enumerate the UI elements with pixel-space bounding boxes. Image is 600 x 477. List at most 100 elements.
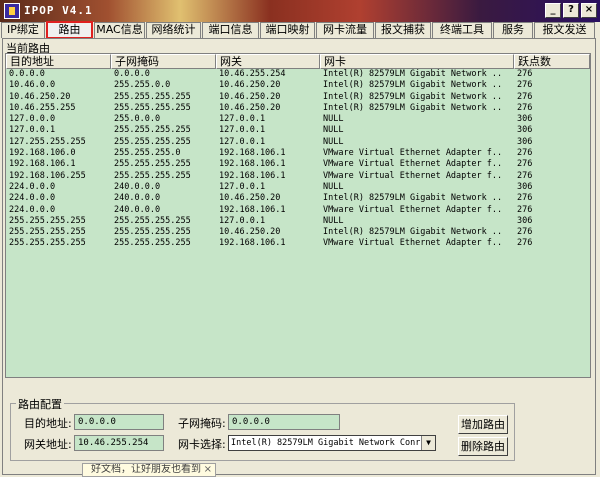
table-cell: 255.255.0.0: [114, 80, 171, 91]
tab-mac-info[interactable]: MAC信息: [94, 22, 145, 38]
tab-packet-capture[interactable]: 报文捕获: [375, 22, 431, 38]
tab-bar: IP绑定 路由 MAC信息 网络统计 端口信息 端口映射 网卡流量 报文捕获 终…: [0, 21, 600, 39]
add-route-button[interactable]: 增加路由: [458, 415, 508, 434]
table-cell: 192.168.106.1: [219, 204, 286, 215]
tab-terminal-tools[interactable]: 终端工具: [432, 22, 492, 38]
table-cell: 240.0.0.0: [114, 204, 161, 215]
table-cell: 0.0.0.0: [114, 69, 150, 79]
table-cell: 224.0.0.0: [9, 181, 56, 192]
table-cell: 306: [517, 215, 533, 226]
table-row[interactable]: 192.168.106.255 255.255.255.255 192.168.10…: [6, 170, 590, 182]
route-table[interactable]: 目的地址 子网掩码 网关 网卡 跃点数 0.0.0.0 0.0.0.0 10.46.…: [5, 53, 591, 378]
table-cell: 192.168.106.1: [9, 159, 76, 170]
chevron-down-icon[interactable]: ▼: [421, 436, 435, 450]
table-cell: 127.255.255.255: [9, 136, 86, 147]
table-row[interactable]: 0.0.0.0 0.0.0.0 10.46.255.254 Intel(R) 8257…: [6, 69, 590, 80]
table-cell: 255.255.255.255: [9, 215, 86, 226]
table-cell: VMware Virtual Ethernet Adapter f..: [323, 159, 503, 170]
table-cell: 276: [517, 238, 533, 249]
nic-select-value: Intel(R) 82579LM Gigabit Network Conr: [231, 438, 421, 448]
column-header-metric[interactable]: 跃点数: [514, 54, 590, 69]
table-cell: Intel(R) 82579LM Gigabit Network ..: [323, 227, 503, 238]
table-cell: 255.255.255.255: [114, 170, 191, 181]
table-cell: 276: [517, 170, 533, 181]
minimize-button[interactable]: _: [545, 3, 561, 18]
table-row[interactable]: 224.0.0.0 240.0.0.0 10.46.250.20 Intel(R) 8…: [6, 193, 590, 204]
table-cell: 127.0.0.0: [9, 114, 56, 125]
table-row[interactable]: 192.168.106.1 255.255.255.255 192.168.106.…: [6, 159, 590, 170]
table-cell: 192.168.106.1: [219, 170, 286, 181]
table-cell: 255.255.255.255: [114, 159, 191, 170]
tab-port-mapping[interactable]: 端口映射: [260, 22, 315, 38]
table-cell: 127.0.0.1: [9, 125, 56, 136]
table-cell: NULL: [323, 125, 344, 136]
mask-input[interactable]: 0.0.0.0: [228, 414, 340, 430]
table-cell: 306: [517, 136, 533, 147]
table-row[interactable]: 10.46.255.255 255.255.255.255 10.46.250.20…: [6, 102, 590, 114]
table-row[interactable]: 127.0.0.0 255.0.0.0 127.0.0.1 NULL 306: [6, 114, 590, 125]
nic-select-label: 网卡选择:: [178, 438, 226, 451]
table-row[interactable]: 10.46.0.0 255.255.0.0 10.46.250.20 Intel(R)…: [6, 80, 590, 91]
tab-port-info[interactable]: 端口信息: [202, 22, 259, 38]
table-cell: NULL: [323, 114, 344, 125]
table-cell: NULL: [323, 181, 344, 192]
table-cell: 10.46.250.20: [219, 91, 281, 102]
table-cell: 10.46.250.20: [219, 193, 281, 204]
table-cell: 10.46.250.20: [9, 91, 71, 102]
table-row[interactable]: 224.0.0.0 240.0.0.0 127.0.0.1 NULL 306: [6, 181, 590, 193]
close-icon[interactable]: ×: [204, 464, 212, 476]
table-cell: 192.168.106.0: [9, 148, 76, 159]
table-row[interactable]: 224.0.0.0 240.0.0.0 192.168.106.1 VMware Vi…: [6, 204, 590, 216]
title-bar[interactable]: IPOP V4.1 _ ? ×: [0, 0, 600, 22]
window-title: IPOP V4.1: [24, 4, 93, 17]
table-cell: NULL: [323, 136, 344, 147]
gateway-input[interactable]: 10.46.255.254: [74, 435, 164, 451]
table-cell: 224.0.0.0: [9, 204, 56, 215]
table-row[interactable]: 10.46.250.20 255.255.255.255 10.46.250.20 I…: [6, 91, 590, 103]
table-cell: 255.255.255.0: [114, 148, 181, 159]
column-header-destination[interactable]: 目的地址: [6, 54, 111, 69]
table-cell: VMware Virtual Ethernet Adapter f..: [323, 170, 503, 181]
dest-address-label: 目的地址:: [24, 417, 72, 430]
app-window: IPOP V4.1 _ ? × IP绑定 路由 MAC信息 网络统计 端口信息 …: [0, 0, 600, 477]
table-cell: 255.255.255.255: [114, 215, 191, 226]
table-row[interactable]: 255.255.255.255 255.255.255.255 10.46.250.…: [6, 227, 590, 238]
column-header-nic[interactable]: 网卡: [320, 54, 514, 69]
share-banner[interactable]: 好文档，让好朋友也看到 ×: [82, 463, 216, 477]
table-cell: 276: [517, 193, 533, 204]
table-cell: 224.0.0.0: [9, 193, 56, 204]
dest-address-input[interactable]: 0.0.0.0: [74, 414, 164, 430]
close-button[interactable]: ×: [581, 3, 597, 18]
table-cell: 127.0.0.1: [219, 136, 266, 147]
table-cell: VMware Virtual Ethernet Adapter f..: [323, 238, 503, 249]
column-header-gateway[interactable]: 网关: [216, 54, 320, 69]
table-row[interactable]: 255.255.255.255 255.255.255.255 127.0.0.1 N…: [6, 215, 590, 227]
table-cell: 276: [517, 80, 533, 91]
table-cell: 255.255.255.255: [114, 102, 191, 113]
table-cell: 10.46.250.20: [219, 80, 281, 91]
table-cell: VMware Virtual Ethernet Adapter f..: [323, 148, 503, 159]
table-cell: 255.0.0.0: [114, 114, 161, 125]
table-row[interactable]: 192.168.106.0 255.255.255.0 192.168.106.1 V…: [6, 148, 590, 159]
tab-route[interactable]: 路由: [46, 21, 93, 39]
table-row[interactable]: 255.255.255.255 255.255.255.255 192.168.10…: [6, 238, 590, 249]
tab-ip-bind[interactable]: IP绑定: [1, 22, 45, 38]
column-header-mask[interactable]: 子网掩码: [111, 54, 216, 69]
tab-services[interactable]: 服务: [493, 22, 533, 38]
tab-packet-send[interactable]: 报文发送: [534, 22, 595, 38]
table-cell: 276: [517, 227, 533, 238]
table-cell: 127.0.0.1: [219, 215, 266, 226]
table-cell: 255.255.255.255: [114, 125, 191, 136]
tab-net-stats[interactable]: 网络统计: [146, 22, 201, 38]
table-cell: 255.255.255.255: [9, 238, 86, 249]
route-config-title: 路由配置: [16, 396, 64, 412]
delete-route-button[interactable]: 删除路由: [458, 437, 508, 456]
table-cell: Intel(R) 82579LM Gigabit Network ..: [323, 80, 503, 91]
tab-nic-traffic[interactable]: 网卡流量: [316, 22, 374, 38]
help-button[interactable]: ?: [563, 3, 579, 18]
table-cell: 10.46.255.255: [9, 102, 76, 113]
table-cell: 255.255.255.255: [114, 227, 191, 238]
table-row[interactable]: 127.0.0.1 255.255.255.255 127.0.0.1 NULL 306: [6, 125, 590, 136]
nic-select[interactable]: Intel(R) 82579LM Gigabit Network Conr ▼: [228, 435, 436, 451]
table-row[interactable]: 127.255.255.255 255.255.255.255 127.0.0.1 N…: [6, 136, 590, 148]
